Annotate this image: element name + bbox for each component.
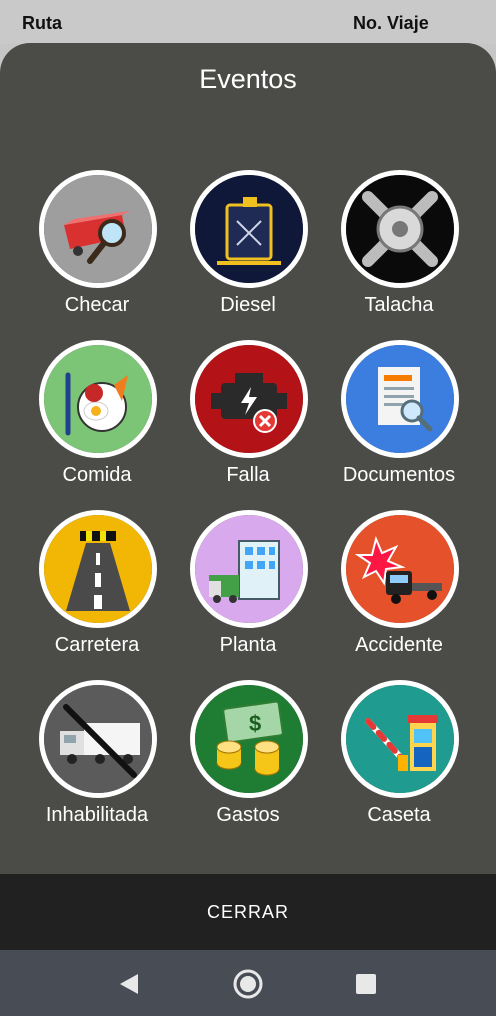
close-button[interactable]: CERRAR (0, 874, 496, 950)
dialog-title: Eventos (199, 64, 297, 94)
event-label: Checar (64, 294, 130, 316)
event-label: Accidente (355, 634, 443, 656)
close-bar: CERRAR (0, 874, 496, 950)
road-icon (39, 510, 157, 628)
recents-square-icon[interactable] (350, 968, 382, 1000)
event-label: Comida (62, 464, 132, 486)
event-label: Caseta (367, 804, 431, 826)
event-comida-button[interactable]: Comida (22, 340, 172, 500)
event-talacha-button[interactable]: Talacha (324, 170, 474, 330)
route-label: Ruta (22, 13, 62, 33)
top-bar: Ruta No. Viaje (0, 0, 496, 44)
event-label: Inhabilitada (45, 804, 149, 826)
food-plate-icon (39, 340, 157, 458)
event-label: Falla (226, 464, 270, 486)
event-label: Diesel (220, 294, 276, 316)
toll-booth-icon (341, 680, 459, 798)
engine-fault-icon (190, 340, 308, 458)
event-label: Documentos (342, 464, 456, 486)
truck-building-icon (190, 510, 308, 628)
event-label: Carretera (54, 634, 140, 656)
event-checar-button[interactable]: Checar (22, 170, 172, 330)
truck-disabled-icon (39, 680, 157, 798)
event-inhabilitada-button[interactable]: Inhabilitada (22, 680, 172, 840)
tire-wrench-icon (341, 170, 459, 288)
event-documentos-button[interactable]: Documentos (324, 340, 474, 500)
event-accidente-button[interactable]: Accidente (324, 510, 474, 670)
home-circle-icon[interactable] (232, 968, 264, 1000)
truck-crash-icon (341, 510, 459, 628)
document-search-icon (341, 340, 459, 458)
event-carretera-button[interactable]: Carretera (22, 510, 172, 670)
event-label: Talacha (364, 294, 434, 316)
trip-number-label: No. Viaje (353, 13, 429, 33)
trailer-magnifier-icon (39, 170, 157, 288)
event-label: Gastos (216, 804, 280, 826)
event-falla-button[interactable]: Falla (173, 340, 323, 500)
event-label: Planta (219, 634, 277, 656)
event-caseta-button[interactable]: Caseta (324, 680, 474, 840)
event-planta-button[interactable]: Planta (173, 510, 323, 670)
fuel-can-icon (190, 170, 308, 288)
event-gastos-button[interactable]: $ Gastos (173, 680, 323, 840)
back-triangle-icon[interactable] (114, 968, 146, 1000)
event-diesel-button[interactable]: Diesel (173, 170, 323, 330)
money-coins-icon: $ (190, 680, 308, 798)
system-navigation-bar (0, 950, 496, 1016)
svg-text:$: $ (249, 711, 261, 736)
